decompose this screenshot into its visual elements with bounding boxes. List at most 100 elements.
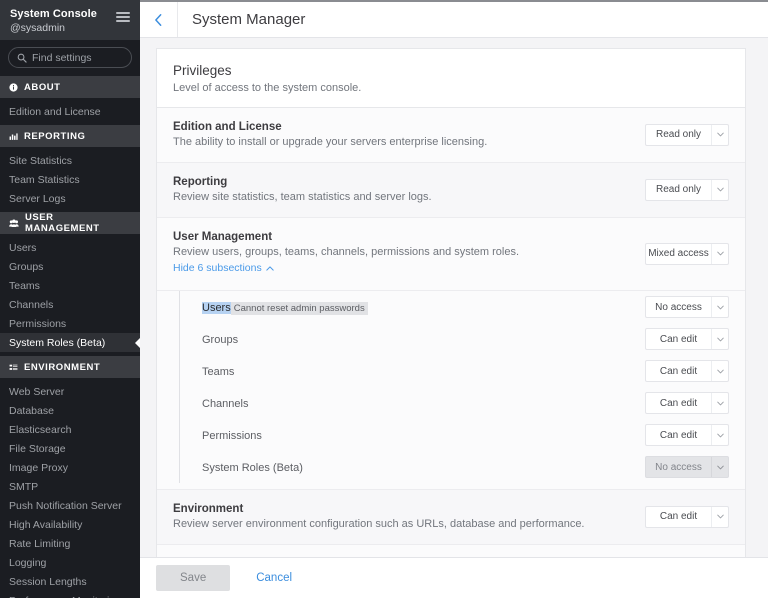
subsection-text: Channels — [202, 394, 635, 412]
sidebar-section-label: ABOUT — [24, 81, 61, 93]
sidebar-item-high-availability[interactable]: High Availability — [0, 515, 140, 534]
permission-description: The ability to install or upgrade your s… — [173, 136, 488, 148]
sidebar-item-label: SMTP — [9, 480, 39, 493]
sidebar-item-channels[interactable]: Channels — [0, 295, 140, 314]
sidebar-item-label: Teams — [9, 279, 40, 292]
content-scroll-area[interactable]: Privileges Level of access to the system… — [140, 38, 768, 557]
grid-icon — [9, 363, 18, 372]
sidebar-section-label: USER MANAGEMENT — [25, 212, 100, 234]
cancel-button[interactable]: Cancel — [248, 568, 300, 588]
access-level-value: Read only — [655, 129, 702, 140]
toggle-subsections-link[interactable]: Hide 6 subsections — [173, 262, 274, 274]
sidebar-item-performance-monitoring[interactable]: Performance Monitoring — [0, 591, 140, 598]
sidebar-item-users[interactable]: Users — [0, 238, 140, 257]
sidebar-item-database[interactable]: Database — [0, 401, 140, 420]
access-level-value: Can edit — [659, 511, 698, 522]
sidebar-item-label: Push Notification Server — [9, 499, 122, 512]
info-circle-icon — [9, 82, 18, 92]
sidebar-item-image-proxy[interactable]: Image Proxy — [0, 458, 140, 477]
sidebar-item-label: High Availability — [9, 518, 83, 531]
access-level-dropdown-main-2[interactable]: Mixed access — [645, 242, 729, 265]
sidebar-item-label: Image Proxy — [9, 461, 68, 474]
access-level-dropdown-sub-2-1[interactable]: Can edit — [645, 328, 729, 350]
access-level-value: Can edit — [659, 365, 698, 377]
sidebar-item-server-logs[interactable]: Server Logs — [0, 189, 140, 208]
permission-description: Review server environment configuration … — [173, 518, 585, 530]
sidebar-item-label: Session Lengths — [9, 575, 87, 588]
sidebar-section-about[interactable]: ABOUT — [0, 76, 140, 98]
sidebar-item-site-statistics[interactable]: Site Statistics — [0, 151, 140, 170]
page-title: System Manager — [192, 11, 306, 28]
toggle-subsections-label: Hide 6 subsections — [173, 262, 262, 274]
access-level-value: Can edit — [659, 333, 698, 345]
subsection-title: Permissions — [202, 430, 262, 442]
sidebar-item-file-storage[interactable]: File Storage — [0, 439, 140, 458]
subsection-text: Users Cannot reset admin passwords — [202, 298, 635, 316]
search-input[interactable]: Find settings — [8, 47, 132, 68]
sidebar-item-team-statistics[interactable]: Team Statistics — [0, 170, 140, 189]
subsection-row: Groups Can edit — [179, 323, 729, 355]
users-group-icon — [9, 219, 19, 228]
sidebar-item-session-lengths[interactable]: Session Lengths — [0, 572, 140, 591]
sidebar-section-environment[interactable]: ENVIRONMENT — [0, 356, 140, 378]
access-level-dropdown-sub-2-3[interactable]: Can edit — [645, 392, 729, 414]
save-button[interactable]: Save — [156, 565, 231, 591]
sidebar-section-reporting[interactable]: REPORTING — [0, 125, 140, 147]
subsection-row: Channels Can edit — [179, 387, 729, 419]
sidebar-item-label: Database — [9, 404, 54, 417]
access-level-value: No access — [655, 301, 702, 313]
hamburger-icon[interactable] — [116, 8, 130, 24]
sidebar-item-label: Permissions — [9, 317, 67, 330]
privileges-subheading: Level of access to the system console. — [173, 82, 362, 94]
sidebar-item-permissions[interactable]: Permissions — [0, 314, 140, 333]
permission-row: Environment Review server environment con… — [157, 490, 745, 545]
sidebar-brand: System Console @sysadmin — [10, 8, 97, 34]
subsection-text: Groups — [202, 330, 635, 348]
sidebar-item-logging[interactable]: Logging — [0, 553, 140, 572]
permission-row: Edition and License The ability to instal… — [157, 108, 745, 163]
access-level-dropdown-sub-2-4[interactable]: Can edit — [645, 424, 729, 446]
sidebar-item-label: Elasticsearch — [9, 423, 72, 436]
search-placeholder: Find settings — [32, 51, 92, 64]
hamburger-bar — [116, 20, 130, 22]
back-button[interactable] — [140, 2, 178, 37]
sidebar-item-label: Channels — [9, 298, 54, 311]
sidebar-item-teams[interactable]: Teams — [0, 276, 140, 295]
chevron-down-icon — [711, 124, 728, 145]
sidebar-item-elasticsearch[interactable]: Elasticsearch — [0, 420, 140, 439]
access-level-dropdown-sub-2-0[interactable]: No access — [645, 296, 729, 318]
access-level-value: Read only — [655, 184, 702, 195]
sidebar-item-smtp[interactable]: SMTP — [0, 477, 140, 496]
app-root: System Console @sysadmin Find settings A… — [0, 0, 768, 598]
console-title: System Console — [10, 8, 97, 20]
sidebar-item-label: Web Server — [9, 385, 65, 398]
sidebar-item-edition-and-license[interactable]: Edition and License — [0, 102, 140, 121]
sidebar-search-container: Find settings — [0, 40, 140, 76]
chevron-down-icon — [711, 297, 728, 317]
permission-row: Reporting Review site statistics, team st… — [157, 163, 745, 218]
sidebar-item-web-server[interactable]: Web Server — [0, 382, 140, 401]
access-level-dropdown-main-0[interactable]: Read only — [645, 123, 729, 146]
access-level-dropdown-main-3[interactable]: Can edit — [645, 505, 729, 528]
access-level-value: Mixed access — [648, 248, 709, 259]
current-username: @sysadmin — [10, 21, 66, 34]
chevron-down-icon — [711, 361, 728, 381]
sidebar-section-label: REPORTING — [24, 130, 86, 142]
sidebar-item-label: Site Statistics — [9, 154, 73, 167]
access-level-value: Can edit — [659, 397, 698, 409]
sidebar-item-label: Server Logs — [9, 192, 66, 205]
permission-title: User Management — [173, 231, 273, 243]
chevron-down-icon — [711, 506, 728, 527]
sidebar-section-user-management[interactable]: USER MANAGEMENT — [0, 212, 140, 234]
access-level-value: Can edit — [659, 429, 698, 441]
sidebar-item-system-roles-beta[interactable]: System Roles (Beta) — [0, 333, 140, 352]
permissions-list: Edition and License The ability to instal… — [157, 108, 745, 557]
sidebar-item-label: Team Statistics — [9, 173, 80, 186]
access-level-dropdown-sub-2-2[interactable]: Can edit — [645, 360, 729, 382]
sidebar-item-rate-limiting[interactable]: Rate Limiting — [0, 534, 140, 553]
subsections-container: Users Cannot reset admin passwords No acce… — [157, 291, 745, 490]
sidebar-item-push-notification-server[interactable]: Push Notification Server — [0, 496, 140, 515]
sidebar-nav: ABOUT Edition and License REPORTING Site St… — [0, 76, 140, 598]
sidebar-item-groups[interactable]: Groups — [0, 257, 140, 276]
access-level-dropdown-main-1[interactable]: Read only — [645, 178, 729, 201]
